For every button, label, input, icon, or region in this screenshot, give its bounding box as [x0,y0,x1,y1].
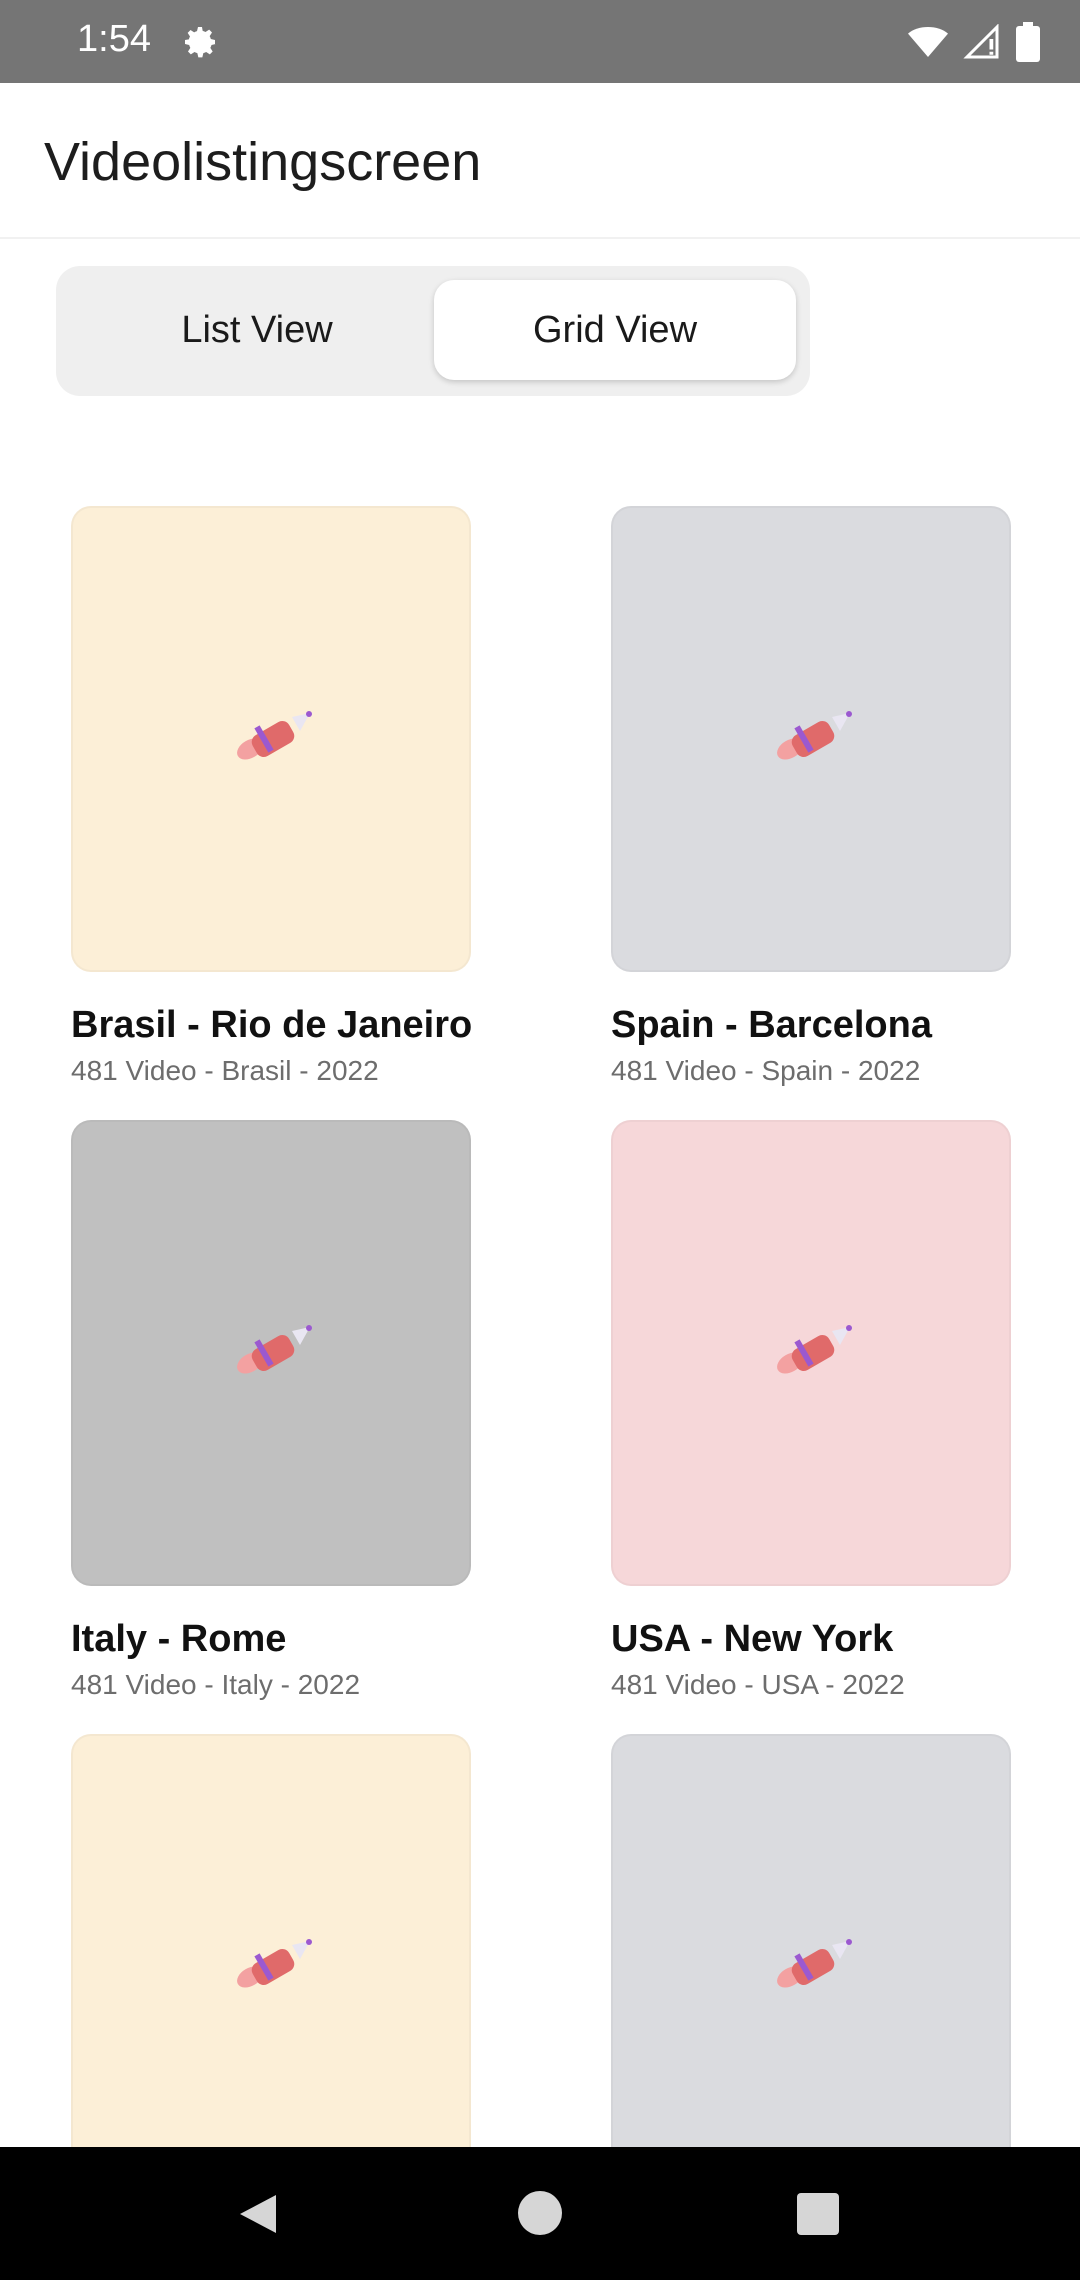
video-subtitle: 481 Video - Italy - 2022 [71,1669,361,1700]
back-icon[interactable] [234,2189,284,2239]
video-title: Brasil - Rio de Janeiro [71,1004,473,1046]
video-title: Spain - Barcelona [611,1004,932,1046]
video-thumbnail[interactable] [71,1120,471,1586]
status-icons [908,20,1040,64]
video-thumbnail[interactable] [611,1734,1011,2200]
video-card[interactable] [71,1734,471,2200]
list-view-button[interactable]: List View [76,280,438,380]
view-toggle: List View Grid View [56,266,810,396]
rocket-icon [237,711,312,760]
video-card[interactable]: USA - New York 481 Video - USA - 2022 [611,1120,1011,1701]
grid-view-button[interactable]: Grid View [434,280,796,380]
rocket-icon [777,1939,852,1988]
video-thumbnail[interactable] [71,1734,471,2200]
rocket-icon [777,711,852,760]
status-time: 1:54 [77,18,151,60]
video-card[interactable]: Italy - Rome 481 Video - Italy - 2022 [71,1120,471,1701]
video-thumbnail[interactable] [611,506,1011,972]
video-thumbnail[interactable] [71,506,471,972]
rocket-icon [237,1325,312,1374]
video-subtitle: 481 Video - Spain - 2022 [611,1055,921,1086]
video-title: Italy - Rome [71,1618,287,1660]
video-title: USA - New York [611,1618,894,1660]
recents-icon[interactable] [797,2193,839,2235]
wifi-icon [908,27,948,57]
video-card[interactable] [611,1734,1011,2200]
app-bar: Videolistingscreen [0,83,1080,239]
signal-icon [963,24,999,59]
status-bar: 1:54 [0,0,1080,83]
video-subtitle: 481 Video - USA - 2022 [611,1669,905,1700]
battery-icon [1016,22,1040,62]
video-subtitle: 481 Video - Brasil - 2022 [71,1055,379,1086]
video-thumbnail[interactable] [611,1120,1011,1586]
rocket-icon [777,1325,852,1374]
navigation-bar [0,2147,1080,2280]
video-card[interactable]: Spain - Barcelona 481 Video - Spain - 20… [611,506,1011,1087]
page-title: Videolistingscreen [44,132,482,192]
video-card[interactable]: Brasil - Rio de Janeiro 481 Video - Bras… [71,506,473,1087]
rocket-icon [237,1939,312,1988]
gear-icon [185,27,216,58]
home-icon[interactable] [518,2191,562,2235]
